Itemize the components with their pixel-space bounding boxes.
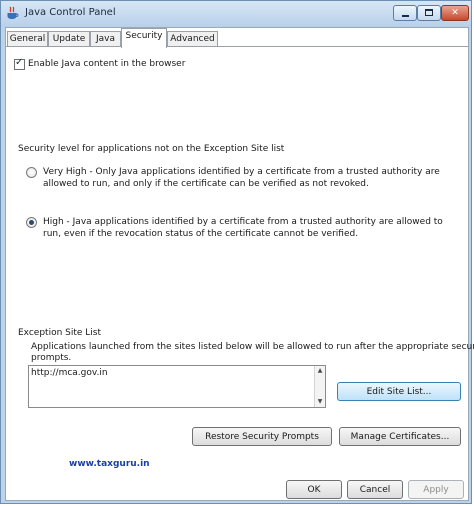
tab-strip-divider [6,46,468,47]
dialog-footer: OK Cancel Apply [6,479,468,500]
high-label-line2[interactable]: run, even if the revocation status of th… [43,228,358,240]
minimize-icon [402,15,409,17]
apply-button[interactable]: Apply [408,480,464,499]
exception-site-listbox[interactable]: http://mca.gov.in ▲ ▼ [28,365,326,408]
edit-site-list-button[interactable]: Edit Site List... [337,382,461,401]
high-label-line1[interactable]: High - Java applications identified by a… [43,216,443,228]
very-high-label-line2[interactable]: allowed to run, and only if the certific… [43,178,369,190]
tab-java[interactable]: Java [90,31,121,47]
tab-security[interactable]: Security [121,28,167,48]
very-high-label-line1[interactable]: Very High - Only Java applications ident… [43,166,440,178]
restore-security-prompts-button[interactable]: Restore Security Prompts [192,427,332,446]
very-high-radio[interactable] [26,167,37,178]
enable-java-checkbox[interactable]: ✓ [14,57,25,70]
security-panel: ✓ Enable Java content in the browser Sec… [6,47,474,479]
check-icon: ✓ [15,57,24,68]
ok-button[interactable]: OK [286,480,342,499]
manage-certificates-button[interactable]: Manage Certificates... [339,427,461,446]
high-radio[interactable] [26,217,37,228]
maximize-icon [425,9,433,16]
tab-advanced[interactable]: Advanced [167,31,218,47]
title-bar[interactable]: Java Control Panel ✕ [1,1,471,27]
tab-general[interactable]: General [7,31,48,47]
java-control-panel-window: Java Control Panel ✕ General Update Java… [0,0,474,504]
tab-strip: General Update Java Security Advanced [6,28,468,48]
maximize-button[interactable] [417,5,441,21]
cancel-button[interactable]: Cancel [347,480,403,499]
scroll-down-icon[interactable]: ▼ [315,398,325,406]
tab-update[interactable]: Update [48,31,90,47]
radio-selected-dot [29,220,34,225]
close-icon: ✕ [451,8,459,18]
minimize-button[interactable] [393,5,417,21]
exception-description-line1: Applications launched from the sites lis… [31,342,474,352]
exception-description-line2: prompts. [31,353,72,363]
scroll-up-icon[interactable]: ▲ [315,367,325,375]
list-item[interactable]: http://mca.gov.in [31,368,108,379]
client-area: General Update Java Security Advanced ✓ … [5,27,474,501]
watermark-text: www.taxguru.in [69,459,150,469]
enable-java-label[interactable]: Enable Java content in the browser [28,58,185,70]
close-button[interactable]: ✕ [441,5,469,21]
security-level-heading: Security level for applications not on t… [18,144,285,154]
listbox-scrollbar[interactable]: ▲ ▼ [314,366,325,407]
java-cup-icon [7,6,19,19]
exception-site-list-heading: Exception Site List [18,328,102,338]
window-title: Java Control Panel [25,7,116,18]
